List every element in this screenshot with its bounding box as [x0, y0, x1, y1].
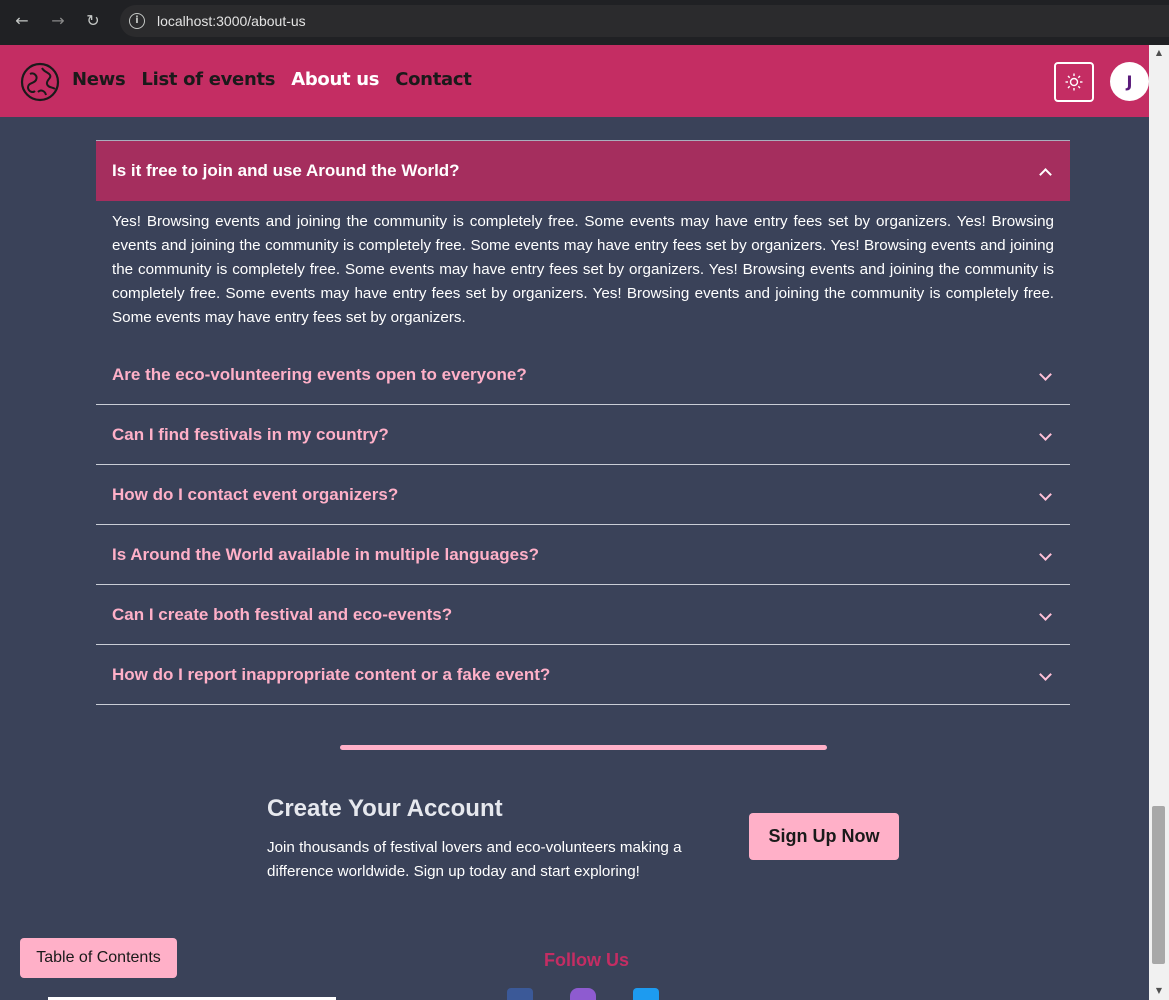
forward-arrow-icon[interactable]: →: [47, 10, 69, 32]
faq-item[interactable]: Is Around the World available in multipl…: [96, 525, 1070, 585]
faq-item[interactable]: Can I find festivals in my country?: [96, 405, 1070, 465]
chevron-down-icon: [1039, 487, 1052, 501]
faq-question: Can I find festivals in my country?: [112, 424, 389, 444]
cta-title: Create Your Account: [267, 795, 503, 822]
faq-item[interactable]: Are the eco-volunteering events open to …: [96, 345, 1070, 405]
sign-up-button[interactable]: Sign Up Now: [749, 813, 899, 860]
instagram-icon[interactable]: [570, 988, 596, 1000]
site-header: News List of events About us Contact J: [0, 45, 1149, 117]
sun-icon: [1065, 73, 1083, 91]
site-info-icon[interactable]: i: [129, 13, 145, 29]
address-url[interactable]: localhost:3000/about-us: [157, 13, 306, 29]
chevron-down-icon: [1039, 547, 1052, 561]
theme-toggle-button[interactable]: [1054, 62, 1094, 102]
faq-item[interactable]: How do I contact event organizers?: [96, 465, 1070, 525]
chevron-down-icon: [1039, 667, 1052, 681]
nav-link-news[interactable]: News: [72, 69, 126, 90]
faq-item[interactable]: How do I report inappropriate content or…: [96, 645, 1070, 705]
chevron-down-icon: [1039, 607, 1052, 621]
browser-toolbar: ← → ↻ i localhost:3000/about-us: [0, 0, 1169, 45]
globe-logo-icon[interactable]: [20, 62, 60, 102]
scroll-down-arrow-icon[interactable]: ▼: [1151, 984, 1167, 998]
cta-description: Join thousands of festival lovers and ec…: [267, 839, 682, 880]
faq-question: Is Around the World available in multipl…: [112, 544, 539, 564]
nav-link-about-us[interactable]: About us: [291, 69, 379, 90]
faq-question: Are the eco-volunteering events open to …: [112, 364, 527, 384]
faq-item-open[interactable]: Is it free to join and use Around the Wo…: [96, 141, 1070, 201]
faq-question: Is it free to join and use Around the Wo…: [112, 161, 460, 180]
nav-link-contact[interactable]: Contact: [395, 69, 472, 90]
chevron-down-icon: [1039, 367, 1052, 381]
twitter-icon[interactable]: [633, 988, 659, 1000]
back-arrow-icon[interactable]: ←: [11, 10, 33, 32]
faq-question: How do I contact event organizers?: [112, 484, 399, 504]
address-bar[interactable]: i localhost:3000/about-us: [120, 5, 1169, 37]
scroll-up-arrow-icon[interactable]: ▲: [1151, 46, 1167, 60]
section-divider: [340, 745, 827, 750]
faq-question: Can I create both festival and eco-event…: [112, 604, 453, 624]
faq-answer: Yes! Browsing events and joining the com…: [112, 213, 1054, 326]
chevron-up-icon: [1039, 168, 1052, 181]
user-avatar[interactable]: J: [1110, 62, 1149, 101]
table-of-contents-button[interactable]: Table of Contents: [20, 938, 177, 978]
scrollbar-thumb[interactable]: [1152, 806, 1165, 964]
facebook-icon[interactable]: [507, 988, 533, 1000]
faq-question: How do I report inappropriate content or…: [112, 664, 551, 684]
reload-icon[interactable]: ↻: [82, 10, 104, 32]
nav-link-list-of-events[interactable]: List of events: [141, 69, 275, 90]
faq-item[interactable]: Can I create both festival and eco-event…: [96, 585, 1070, 645]
main-nav: News List of events About us Contact: [72, 69, 488, 90]
chevron-down-icon: [1039, 427, 1052, 441]
follow-us-heading: Follow Us: [544, 950, 629, 970]
